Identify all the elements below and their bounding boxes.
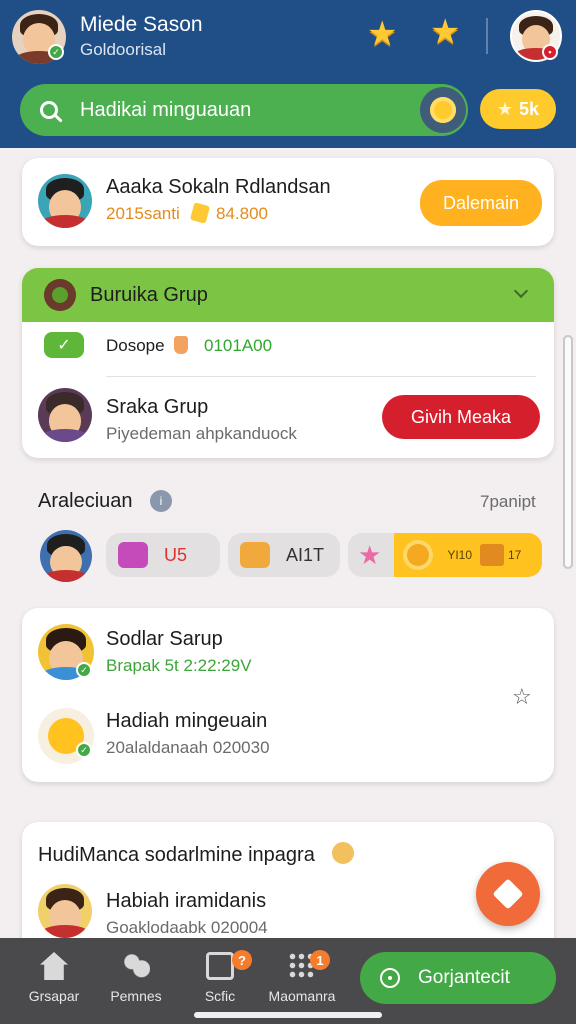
online-badge: ✓: [48, 44, 64, 60]
nav-label: Scfic: [204, 988, 236, 1004]
feed-item-name: Sodlar Sarup: [106, 628, 223, 650]
promo-title: HudiManca sodarlmine inpagra: [38, 844, 315, 866]
trophy-icon: [174, 336, 188, 354]
group-title: Buruika Grup: [90, 284, 208, 306]
cta-label: Gorjantecit: [418, 967, 510, 988]
search-text: Hadikai minguauan: [80, 98, 252, 121]
status-value: 0101A00: [204, 336, 273, 355]
online-badge: ✓: [76, 742, 92, 758]
nav-label: Pemnes: [110, 988, 162, 1004]
primary-cta-button[interactable]: Gorjantecit: [360, 952, 556, 1004]
avatar: [38, 884, 92, 938]
coin-icon: [189, 202, 211, 224]
avatar: [38, 388, 92, 442]
nav-item-people[interactable]: Pemnes: [96, 938, 176, 1024]
gift-chip[interactable]: U5: [106, 533, 220, 577]
coin-label: 5k: [519, 98, 540, 119]
feed-item-sub: Brapak 5t 2:22:29V: [106, 656, 252, 675]
member-subtitle: Piyedeman ahpkanduock: [106, 424, 297, 443]
check-icon[interactable]: ✓: [44, 332, 84, 358]
activity-right-label[interactable]: 7panipt: [480, 492, 536, 512]
feed-card: ✓ Sodlar Sarup Brapak 5t 2:22:29V ☆ ✓ Ha…: [22, 608, 554, 782]
send-gift-button[interactable]: Givih Meaka: [382, 395, 540, 439]
sun-icon: [430, 97, 456, 123]
avatar: [40, 530, 92, 582]
join-button[interactable]: Dalemain: [420, 180, 542, 226]
user-subtitle: Goldoorisal: [80, 40, 166, 59]
nav-item-home[interactable]: Grsapar: [14, 938, 94, 1024]
home-icon: [40, 952, 68, 980]
clover-icon: [44, 279, 76, 311]
divider: [106, 376, 536, 377]
star-icon: ★: [358, 539, 382, 570]
edit-fab-button[interactable]: [476, 862, 540, 926]
pencil-icon: [492, 878, 524, 910]
top-user-card: Aaaka Sokaln Rdlandsan 2015santi 84.800 …: [22, 158, 554, 246]
group-header[interactable]: Buruika Grup: [22, 268, 554, 322]
status-label: Dosope: [106, 336, 165, 355]
gift-value: 17: [508, 548, 522, 562]
feed-item-name: Hadiah mingeuain: [106, 710, 268, 732]
nav-label: Maomanra: [268, 988, 336, 1004]
gift-label: U5: [164, 544, 188, 565]
people-icon: [122, 952, 150, 980]
user-meta-left: 2015santi: [106, 204, 180, 223]
camera-icon: [118, 542, 148, 568]
gift-label: YI10: [447, 548, 472, 562]
badge-icon: [332, 842, 354, 864]
user-name: Miede Sason: [80, 13, 203, 36]
promo-name: Habiah iramidanis: [106, 890, 267, 912]
nav-label: Grsapar: [28, 988, 80, 1004]
gift-box-icon: [240, 542, 270, 568]
online-badge: ✓: [76, 662, 92, 678]
activity-title: Araleciuan: [38, 490, 133, 512]
chest-icon: [480, 544, 504, 566]
group-card: Buruika Grup ✓ Dosope 0101A00 Sraka Grup…: [22, 268, 554, 458]
star-icon[interactable]: ★: [367, 17, 397, 51]
member-name: Sraka Grup: [106, 396, 209, 418]
gift-chip[interactable]: ★ YI10 17: [348, 533, 542, 577]
profile-badge: •: [542, 44, 558, 60]
circle-icon: [380, 968, 400, 988]
home-indicator[interactable]: [194, 1012, 382, 1018]
promo-sub: Goaklodaabk 020004: [106, 918, 268, 937]
user-name: Aaaka Sokaln Rdlandsan: [106, 176, 331, 198]
scrollbar[interactable]: [563, 335, 573, 569]
coin-balance-button[interactable]: ★ 5k: [480, 89, 556, 129]
star-icon: ★: [496, 98, 514, 119]
feed-item-sub: 20alaldanaah 020030: [106, 738, 270, 757]
star-icon[interactable]: ★: [430, 15, 460, 49]
info-icon[interactable]: i: [150, 490, 172, 512]
edit-icon: [206, 952, 234, 980]
notification-badge: ?: [232, 950, 252, 970]
search-bar[interactable]: Hadikai minguauan: [20, 84, 468, 136]
app-header: ✓ Miede Sason Goldoorisal ★ ★ • Hadikai …: [0, 0, 576, 148]
sun-button[interactable]: [420, 87, 466, 133]
notification-badge: 1: [310, 950, 330, 970]
gift-chip[interactable]: AI1T: [228, 533, 340, 577]
star-outline-icon[interactable]: ☆: [512, 684, 532, 710]
user-meta-right: 84.800: [216, 204, 268, 223]
coin-icon: [403, 540, 434, 570]
header-divider: [486, 18, 488, 54]
avatar: [38, 174, 92, 228]
search-icon: [40, 101, 58, 119]
gift-label: AI1T: [286, 544, 325, 565]
chevron-down-icon[interactable]: [513, 283, 529, 299]
